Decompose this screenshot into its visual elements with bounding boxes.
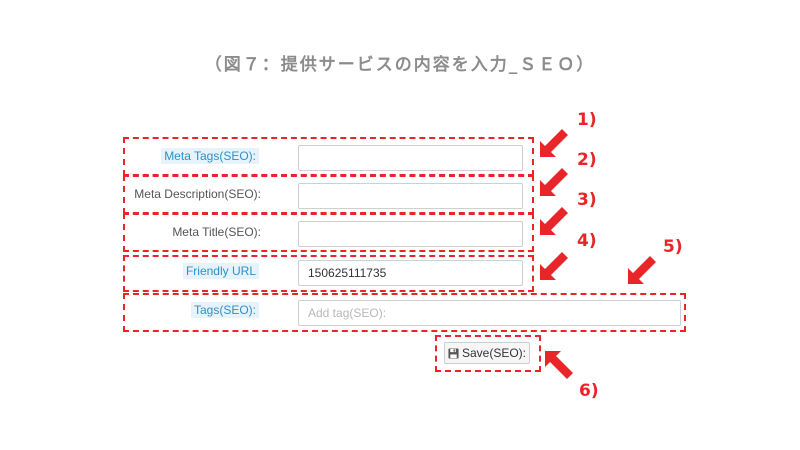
annotation-number-4: 4)	[577, 231, 597, 251]
annotation-arrow-4	[540, 252, 568, 280]
meta-description-input[interactable]	[298, 183, 523, 209]
save-seo-button[interactable]: Save(SEO):	[444, 342, 530, 364]
annotation-number-5: 5)	[663, 237, 683, 257]
annotation-arrow-3	[540, 207, 568, 235]
meta-description-label: Meta Description(SEO):	[134, 187, 261, 201]
meta-title-label: Meta Title(SEO):	[172, 225, 261, 239]
figure-caption: （図７：提供サービスの内容を入力_ＳＥＯ）	[204, 55, 596, 75]
annotation-number-6: 6)	[579, 381, 599, 401]
annotation-number-1: 1)	[577, 110, 597, 130]
meta-title-input[interactable]	[298, 221, 523, 247]
tags-label: Tags(SEO):	[190, 302, 259, 318]
annotation-number-3: 3)	[577, 190, 597, 210]
save-button-label: Save(SEO):	[461, 346, 527, 360]
floppy-disk-icon	[448, 347, 459, 359]
annotation-arrow-6	[545, 351, 573, 379]
annotation-arrow-5	[628, 256, 656, 284]
friendly-url-input[interactable]	[298, 260, 523, 286]
annotation-number-2: 2)	[577, 150, 597, 170]
annotation-arrow-2	[540, 168, 568, 196]
friendly-url-label: Friendly URL	[182, 263, 259, 279]
meta-tags-input[interactable]	[298, 145, 523, 171]
tags-input[interactable]	[298, 300, 681, 326]
annotation-arrow-1	[540, 129, 568, 157]
meta-tags-label: Meta Tags(SEO):	[161, 148, 259, 164]
